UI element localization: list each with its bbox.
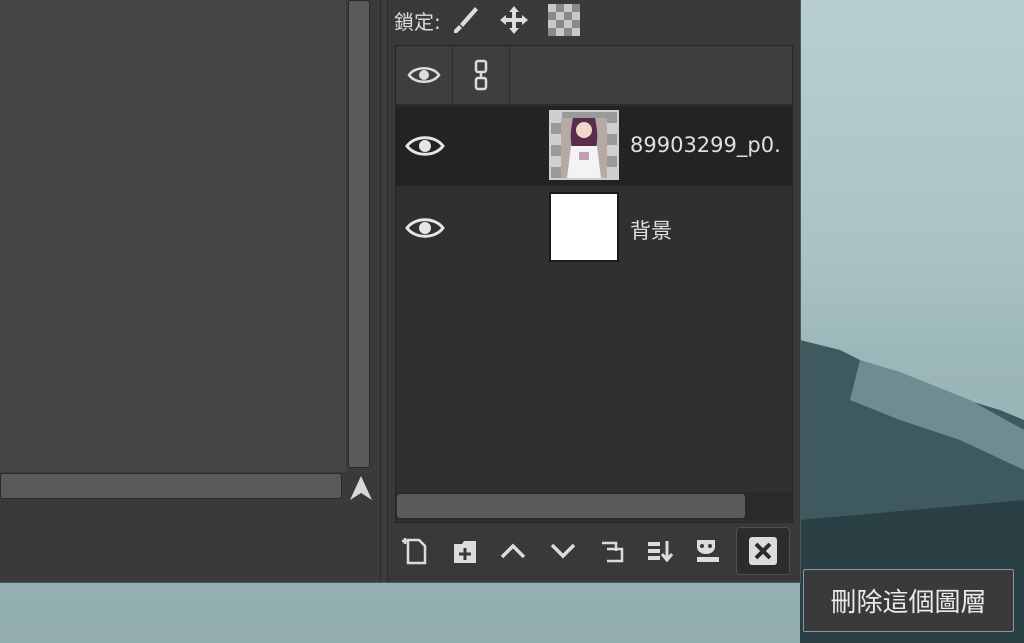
merge-down-icon[interactable] xyxy=(640,530,680,572)
layers-horizontal-scrollbar[interactable] xyxy=(396,492,792,520)
layer-name[interactable]: 89903299_p0. xyxy=(630,133,781,157)
horizontal-scroll-track[interactable] xyxy=(0,473,342,499)
vertical-scroll-track[interactable] xyxy=(348,0,370,468)
navigate-icon[interactable] xyxy=(346,472,376,504)
layer-row[interactable]: 背景 xyxy=(396,188,792,268)
raise-layer-icon[interactable] xyxy=(493,530,533,572)
lower-layer-icon[interactable] xyxy=(543,530,583,572)
anime-artwork-thumbnail xyxy=(551,112,617,178)
layer-thumbnail xyxy=(549,110,619,180)
delete-layer-tooltip: 刪除這個圖層 xyxy=(803,569,1014,632)
layers-list: 89903299_p0. 背景 xyxy=(395,45,793,523)
layers-header xyxy=(396,46,792,105)
visibility-eye-icon[interactable] xyxy=(404,131,446,161)
layer-name-column xyxy=(510,46,792,104)
new-layer-group-icon[interactable] xyxy=(445,530,485,572)
layer-mask-icon[interactable] xyxy=(688,530,728,572)
status-area xyxy=(0,503,380,582)
brush-lock-icon[interactable] xyxy=(449,3,483,37)
move-lock-icon[interactable] xyxy=(497,3,531,37)
delete-layer-icon[interactable] xyxy=(736,527,790,575)
scroll-thumb[interactable] xyxy=(397,494,745,518)
canvas-horizontal-scrollbar[interactable] xyxy=(0,473,346,501)
chain-link-icon[interactable] xyxy=(453,46,510,104)
canvas-area[interactable] xyxy=(0,0,346,472)
white-fill-thumbnail xyxy=(549,192,619,262)
layer-row[interactable]: 89903299_p0. xyxy=(396,106,792,186)
app-window: 鎖定: 89903299_p0. 背景 xyxy=(0,0,801,583)
dock-separator[interactable] xyxy=(380,0,388,582)
visibility-eye-icon[interactable] xyxy=(404,213,446,243)
alpha-lock-icon[interactable] xyxy=(547,3,581,37)
eye-icon[interactable] xyxy=(396,46,453,104)
lock-row: 鎖定: xyxy=(388,0,800,40)
layer-name[interactable]: 背景 xyxy=(630,215,672,245)
lock-label: 鎖定: xyxy=(394,9,441,34)
layers-toolbar xyxy=(388,526,800,578)
duplicate-layer-icon[interactable] xyxy=(592,530,632,572)
new-layer-icon[interactable] xyxy=(396,530,436,572)
layers-dock: 鎖定: 89903299_p0. 背景 xyxy=(388,0,800,582)
canvas-vertical-scrollbar[interactable] xyxy=(346,0,374,472)
